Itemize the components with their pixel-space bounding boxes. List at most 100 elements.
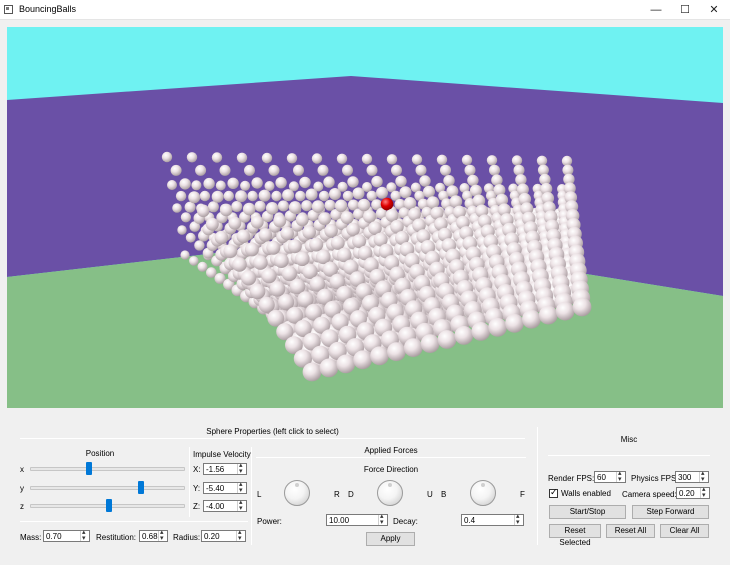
ball[interactable] [223,244,238,259]
minimize-button[interactable]: — [641,0,671,20]
ball[interactable] [302,225,317,239]
ball[interactable] [219,203,233,217]
ball[interactable] [311,153,323,164]
ball[interactable] [371,175,383,188]
spin-arrows-icon[interactable] [700,485,709,499]
ball[interactable] [281,266,297,282]
ball[interactable] [258,189,271,202]
position-z-slider[interactable] [105,499,112,512]
ball[interactable] [340,211,354,225]
ball[interactable] [295,251,310,267]
ball[interactable] [489,164,500,176]
ball[interactable] [505,313,524,333]
ball[interactable] [317,164,329,176]
ball[interactable] [399,186,412,199]
ball[interactable] [561,155,573,167]
ball[interactable] [486,155,498,166]
ball[interactable] [319,358,339,378]
ball[interactable] [323,176,335,188]
ball[interactable] [515,174,527,186]
mass-spinbox[interactable]: 0.70 [43,528,90,542]
ball[interactable] [511,155,523,166]
ball[interactable] [258,296,275,313]
ball[interactable] [274,253,289,268]
ball[interactable] [361,153,373,165]
power-spinbox[interactable]: 10.00 [326,512,388,526]
ball[interactable] [491,174,503,186]
ball[interactable] [240,180,251,191]
spin-arrows-icon[interactable] [236,528,245,542]
decay-spinbox[interactable]: 0.4 [461,512,524,526]
ball[interactable] [185,232,196,243]
ball[interactable] [205,217,219,231]
ball[interactable] [271,190,282,202]
impulse-z-spinbox[interactable]: -4.00 [203,498,247,512]
ball[interactable] [342,164,353,176]
ball[interactable] [370,346,389,366]
ball[interactable] [172,203,182,213]
ball[interactable] [347,176,359,188]
ball[interactable] [244,242,259,257]
ball[interactable] [461,154,473,166]
ball[interactable] [471,322,491,341]
du-direction-dial[interactable] [377,480,403,506]
ball[interactable] [211,152,223,163]
spin-arrows-icon[interactable] [80,528,89,542]
ball[interactable] [387,342,406,362]
ball[interactable] [266,240,281,255]
ball[interactable] [330,235,345,250]
ball[interactable] [280,226,295,241]
ball[interactable] [352,187,365,200]
ball[interactable] [203,177,215,190]
ball[interactable] [464,164,476,176]
ball[interactable] [264,181,275,191]
ball[interactable] [555,301,575,321]
ball[interactable] [443,175,455,187]
ball[interactable] [268,164,280,176]
impulse-x-spinbox[interactable]: -1.56 [203,461,247,475]
ball[interactable] [253,255,268,270]
restitution-spinbox[interactable]: 0.68 [139,528,168,542]
ball[interactable] [180,212,191,223]
ball[interactable] [538,305,558,325]
ball[interactable] [232,257,247,272]
camera-speed-spinbox[interactable]: 0.20 [676,485,710,499]
spin-arrows-icon[interactable] [237,480,246,494]
ball[interactable] [305,188,318,201]
ball[interactable] [223,190,234,202]
ball[interactable] [241,270,257,286]
ball[interactable] [214,230,229,245]
ball[interactable] [329,188,341,200]
close-button[interactable]: ✕ [699,0,729,20]
ball[interactable] [346,222,360,237]
ball[interactable] [336,354,356,374]
ball[interactable] [467,174,479,187]
spin-arrows-icon[interactable] [158,528,167,542]
ball[interactable] [219,164,231,176]
apply-button[interactable]: Apply [366,532,415,546]
bf-direction-dial[interactable] [470,480,496,506]
ball[interactable] [251,177,263,189]
ball[interactable] [437,330,457,349]
ball[interactable] [247,190,258,202]
selected-ball[interactable] [380,197,394,211]
ball[interactable] [536,155,548,166]
ball[interactable] [250,215,264,229]
ball[interactable] [194,240,205,251]
ball[interactable] [376,186,388,199]
start-stop-button[interactable]: Start/Stop [549,505,626,519]
ball[interactable] [311,200,325,213]
ball[interactable] [228,216,242,230]
ball[interactable] [288,201,302,214]
ball[interactable] [537,164,549,176]
ball[interactable] [295,190,306,202]
ball[interactable] [161,151,173,163]
ball[interactable] [254,200,266,212]
ball[interactable] [287,239,302,254]
ball[interactable] [215,180,226,191]
ball[interactable] [403,197,417,210]
clear-all-button[interactable]: Clear All [660,524,709,538]
ball[interactable] [277,200,289,212]
ball[interactable] [572,297,592,317]
ball[interactable] [309,237,324,252]
